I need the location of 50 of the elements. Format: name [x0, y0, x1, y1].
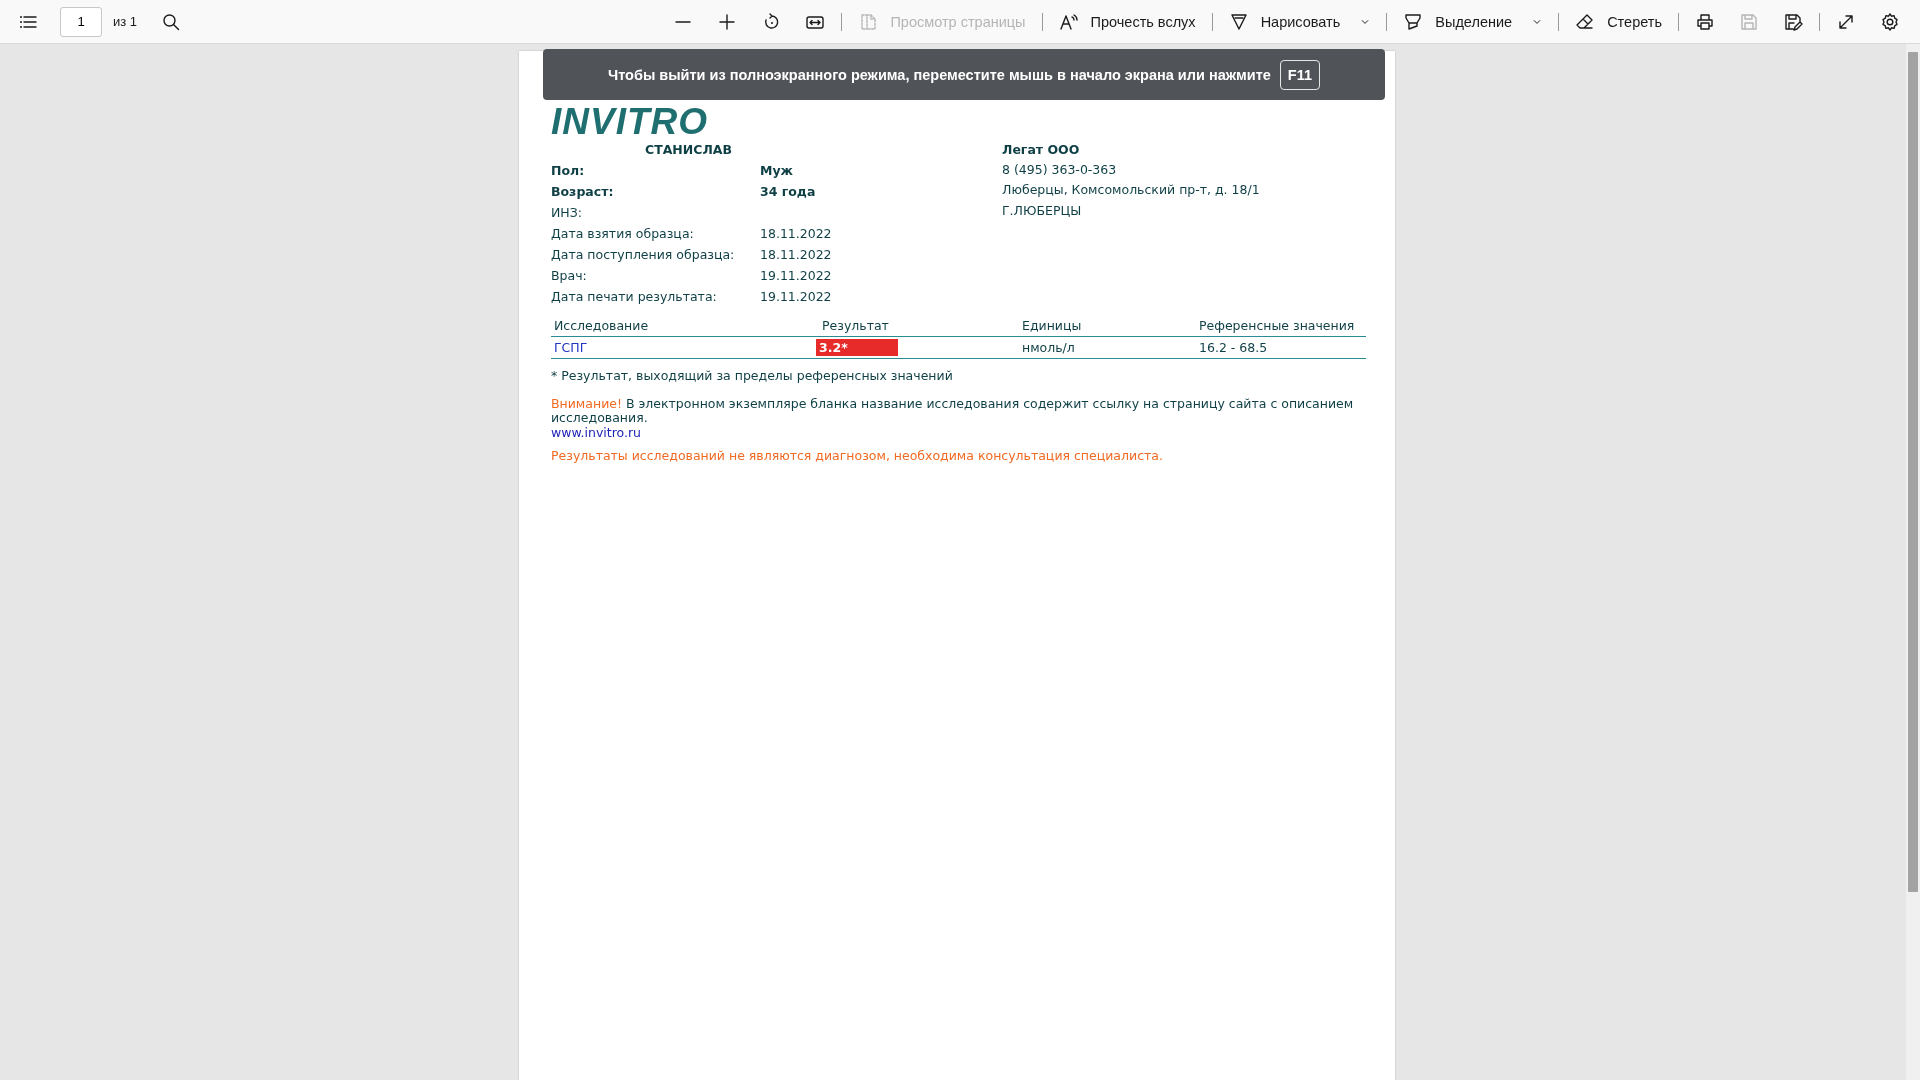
- test-link[interactable]: ГСПГ: [554, 340, 588, 355]
- column-header: Референсные значения: [1196, 315, 1366, 337]
- disclaimer: Результаты исследований не являются диагнозом, необходима консультация специалиста.: [551, 448, 1164, 463]
- page-count: из 1: [113, 14, 138, 29]
- pen-icon: [1228, 11, 1249, 32]
- search-icon: [161, 11, 182, 32]
- field-value: 18.11.2022: [760, 246, 833, 264]
- column-header: Исследование: [551, 315, 819, 337]
- field-value: 19.11.2022: [760, 267, 833, 285]
- lab-name: Легат ООО: [1002, 141, 1081, 159]
- field-label: Дата поступления образца:: [551, 246, 736, 264]
- field-label: Дата взятия образца:: [551, 225, 695, 243]
- keyboard-key: F11: [1279, 59, 1320, 90]
- page-number-field[interactable]: 1: [60, 6, 102, 37]
- field-value: 19.11.2022: [760, 288, 833, 306]
- patient-name: СТАНИСЛАВ: [644, 141, 734, 159]
- print-icon: [1695, 11, 1715, 32]
- units-cell: нмоль/л: [1022, 340, 1075, 355]
- field-label: Пол:: [551, 162, 586, 180]
- field-label: ИНЗ:: [551, 204, 583, 222]
- field-value: 18.11.2022: [760, 225, 833, 243]
- zoom-out-icon: [675, 20, 692, 23]
- toolbar-button[interactable]: Нарисовать: [1222, 5, 1347, 38]
- logo-text: INVITRO: [551, 101, 709, 143]
- field-label: Дата печати результата:: [551, 288, 718, 306]
- banner-message: Чтобы выйти из полноэкранного режима, переместите мышь в начало экрана или нажмите: [607, 66, 1271, 83]
- zoom-in-icon: [717, 11, 738, 32]
- scrollbar[interactable]: [1906, 44, 1920, 1080]
- save-icon: [1739, 11, 1759, 32]
- page-view-icon: [858, 11, 879, 32]
- lab-info: 8 (495) 363-0-363: [1002, 161, 1118, 179]
- toolbar-button[interactable]: Прочесть вслух: [1052, 5, 1202, 38]
- field-value: Муж: [760, 162, 795, 180]
- toolbar-button[interactable]: Выделение: [1397, 5, 1519, 38]
- save-as-icon: [1783, 11, 1803, 32]
- lab-info: Г.ЛЮБЕРЦЫ: [1002, 201, 1083, 220]
- field-value: 34 года: [760, 183, 817, 201]
- reference-cell: 16.2 - 68.5: [1199, 340, 1268, 355]
- field-label: Возраст:: [551, 183, 615, 201]
- highlighter-icon: [1403, 11, 1424, 32]
- website-link[interactable]: www.invitro.ru: [551, 426, 641, 440]
- result-value: 3.2*: [816, 339, 898, 356]
- notice-text: Внимание! В электронном экземпляре бланка название исследования содержит ссылку на страницу сайта с описанием исследования.: [551, 397, 1355, 425]
- footnote: * Результат, выходящий за пределы референсных значений: [551, 368, 954, 383]
- settings-icon: [1880, 11, 1900, 32]
- toolbar-button[interactable]: Стереть: [1569, 5, 1668, 38]
- lab-info: Люберцы, Комсомольский пр-т, д. 18/1: [1002, 181, 1260, 200]
- column-header: Результат: [819, 315, 1019, 337]
- column-header: Единицы: [1019, 315, 1196, 337]
- field-label: Врач:: [551, 267, 588, 285]
